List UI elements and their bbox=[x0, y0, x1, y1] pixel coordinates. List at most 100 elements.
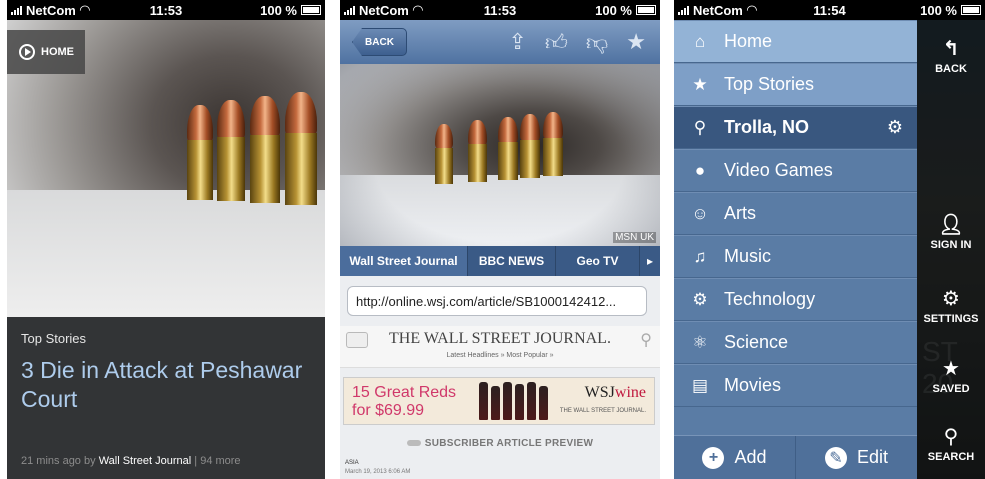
edit-label: Edit bbox=[856, 447, 889, 467]
article-headline[interactable]: 3 Die in Attack at Peshawar Court bbox=[21, 356, 311, 414]
battery-percent: 100 % bbox=[595, 2, 632, 18]
screen-side-menu: NetCom◠ 11:54 100 % ST 20 ⌂Home ★Top Sto… bbox=[674, 0, 985, 479]
back-button[interactable]: BACK bbox=[352, 28, 407, 56]
carrier-name: NetCom bbox=[26, 2, 76, 18]
carrier-name: NetCom bbox=[359, 2, 409, 18]
theater-masks-icon: ☺ bbox=[691, 203, 709, 223]
photo-vignette bbox=[340, 64, 660, 246]
preview-label: SUBSCRIBER ARTICLE PREVIEW bbox=[424, 438, 594, 449]
ad-brand-sub: THE WALL STREET JOURNAL. bbox=[559, 408, 646, 414]
star-icon[interactable]: ★ bbox=[626, 29, 646, 56]
house-icon: ⌂ bbox=[694, 31, 706, 51]
menu-item-video-games[interactable]: ● Video Games bbox=[674, 149, 917, 192]
url-field[interactable]: http://online.wsj.com/article/SB10001424… bbox=[347, 286, 647, 316]
article-meta: 21 mins ago by Wall Street Journal | 94 … bbox=[21, 455, 241, 467]
menu-label: Arts bbox=[724, 203, 757, 223]
status-bar: NetCom ◠ 11:53 100 % bbox=[340, 0, 660, 20]
add-label: Add bbox=[734, 447, 767, 467]
back-arrow-icon: ↰ bbox=[942, 38, 960, 60]
music-note-icon: ♫ bbox=[693, 246, 707, 266]
battery-percent: 100 % bbox=[260, 2, 297, 18]
tab-source-2[interactable]: BBC NEWS bbox=[468, 246, 556, 276]
location-settings-gear-icon[interactable]: ⚙ bbox=[887, 117, 903, 138]
screen-article-reader: NetCom ◠ 11:53 100 % BACK ⇪ 👍︎ 👎︎ ★ MSN U… bbox=[340, 0, 660, 479]
wsj-nav-links[interactable]: Latest Headlines » Most Popular » bbox=[340, 352, 660, 359]
sign-in-label: SIGN IN bbox=[930, 239, 972, 251]
gears-icon: ⚙ bbox=[692, 289, 708, 309]
article-category: Top Stories bbox=[21, 331, 87, 346]
menu-label: Top Stories bbox=[724, 74, 815, 94]
article-date: March 19, 2013 6:06 AM bbox=[345, 469, 411, 475]
side-back-label: BACK bbox=[935, 63, 967, 75]
wine-ad-banner[interactable]: 15 Great Reds for $69.99 WSJwine THE WAL… bbox=[343, 377, 655, 425]
tabs-more-arrow-icon[interactable]: ▸ bbox=[640, 246, 660, 276]
side-back-button[interactable]: ↰ BACK bbox=[917, 36, 985, 75]
battery-icon bbox=[300, 5, 321, 15]
ad-brand-b: wine bbox=[614, 384, 646, 401]
menu-item-location[interactable]: ⚲ Trolla, NO ⚙ bbox=[674, 106, 917, 149]
clock: 11:54 bbox=[813, 2, 846, 18]
menu-item-science[interactable]: ⚛ Science bbox=[674, 321, 917, 364]
menu-label: Science bbox=[724, 332, 789, 352]
meta-time: 21 mins ago bbox=[21, 455, 81, 467]
ad-text: 15 Great Reds for $69.99 bbox=[352, 384, 456, 420]
photo-surface bbox=[7, 190, 325, 317]
battery-percent: 100 % bbox=[920, 2, 957, 18]
menu-toolbar: + Add ✎ Edit bbox=[674, 435, 917, 479]
bullet-2-casing bbox=[217, 137, 245, 201]
bullet-1-casing bbox=[187, 140, 213, 200]
location-pin-icon: ⚲ bbox=[693, 117, 707, 137]
settings-button[interactable]: ⚙ SETTINGS bbox=[917, 286, 985, 325]
edit-button[interactable]: ✎ Edit bbox=[796, 436, 917, 479]
thumbs-down-icon[interactable]: 👎︎ bbox=[586, 29, 608, 56]
menu-label: Music bbox=[724, 246, 772, 266]
signal-icon bbox=[344, 5, 355, 15]
tab-source-1[interactable]: Wall Street Journal bbox=[340, 246, 468, 276]
menu-item-arts[interactable]: ☺ Arts bbox=[674, 192, 917, 235]
star-icon: ★ bbox=[942, 358, 960, 380]
bullet-4-tip bbox=[285, 92, 317, 136]
ad-brand: WSJwine bbox=[585, 384, 646, 402]
menu-item-home[interactable]: ⌂ Home bbox=[674, 20, 917, 63]
tab-source-3[interactable]: Geo TV bbox=[556, 246, 640, 276]
clock: 11:53 bbox=[149, 2, 183, 18]
settings-label: SETTINGS bbox=[923, 313, 979, 325]
home-button[interactable]: HOME bbox=[7, 30, 85, 74]
clock: 11:53 bbox=[483, 2, 517, 18]
menu-item-top-stories[interactable]: ★ Top Stories bbox=[674, 63, 917, 106]
signal-icon bbox=[678, 5, 689, 15]
meta-source[interactable]: Wall Street Journal bbox=[99, 455, 192, 467]
atom-icon: ⚛ bbox=[692, 332, 708, 352]
wifi-icon: ◠ bbox=[412, 2, 423, 17]
search-button[interactable]: ⚲ SEARCH bbox=[917, 424, 985, 463]
home-circle-icon bbox=[19, 44, 35, 60]
battery-icon bbox=[636, 5, 656, 15]
bullet-4-casing bbox=[285, 133, 317, 205]
status-bar: NetCom ◠ 11:53 100 % bbox=[7, 0, 325, 20]
reader-nav-bar: BACK ⇪ 👍︎ 👎︎ ★ bbox=[340, 20, 660, 64]
ad-line-2: for $69.99 bbox=[352, 402, 425, 419]
menu-item-technology[interactable]: ⚙ Technology bbox=[674, 278, 917, 321]
article-caption: Top Stories 3 Die in Attack at Peshawar … bbox=[7, 317, 325, 479]
plus-icon: + bbox=[702, 446, 725, 469]
meta-by: by bbox=[84, 455, 96, 467]
share-icon[interactable]: ⇪ bbox=[508, 29, 526, 56]
saved-button[interactable]: ★ SAVED bbox=[917, 356, 985, 395]
wifi-icon: ◠ bbox=[746, 2, 757, 17]
home-label: HOME bbox=[41, 46, 74, 58]
menu-item-movies[interactable]: ▤ Movies bbox=[674, 364, 917, 407]
sign-in-button[interactable]: 👤︎ SIGN IN bbox=[917, 212, 985, 251]
search-icon: ⚲ bbox=[943, 426, 959, 448]
bullet-3-casing bbox=[250, 135, 280, 203]
wine-bottles-image bbox=[479, 382, 548, 420]
thumbs-up-icon[interactable]: 👍︎ bbox=[545, 29, 568, 56]
menu-label: Video Games bbox=[724, 160, 833, 180]
meta-more[interactable]: | 94 more bbox=[194, 455, 240, 467]
add-button[interactable]: + Add bbox=[674, 436, 796, 479]
menu-item-music[interactable]: ♫ Music bbox=[674, 235, 917, 278]
search-icon[interactable]: ⚲ bbox=[640, 330, 652, 350]
person-icon: 👤︎ bbox=[938, 214, 964, 236]
bullet-3-tip bbox=[250, 96, 280, 138]
key-icon bbox=[406, 440, 421, 446]
saved-label: SAVED bbox=[932, 383, 970, 395]
